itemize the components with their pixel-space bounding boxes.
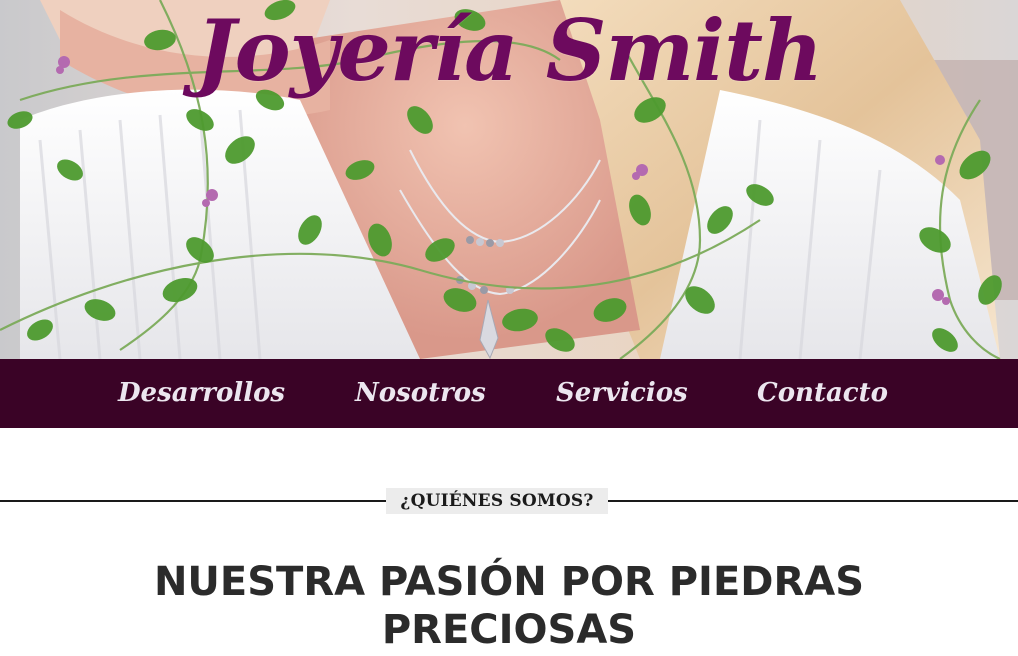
hero-banner: Joyería Smith: [0, 0, 1018, 359]
nav-item-servicios[interactable]: Servicios: [556, 359, 688, 428]
brand-title[interactable]: Joyería Smith: [0, 0, 1018, 106]
nav-item-contacto[interactable]: Contacto: [757, 359, 888, 428]
section-label: ¿QUIÉNES SOMOS?: [386, 488, 608, 514]
section-heading: NUESTRA PASIÓN POR PIEDRAS: [153, 559, 865, 605]
main-nav: Desarrollos Nosotros Servicios Contacto: [0, 359, 1018, 428]
nav-item-desarrollos[interactable]: Desarrollos: [118, 359, 285, 428]
nav-item-nosotros[interactable]: Nosotros: [355, 359, 486, 428]
